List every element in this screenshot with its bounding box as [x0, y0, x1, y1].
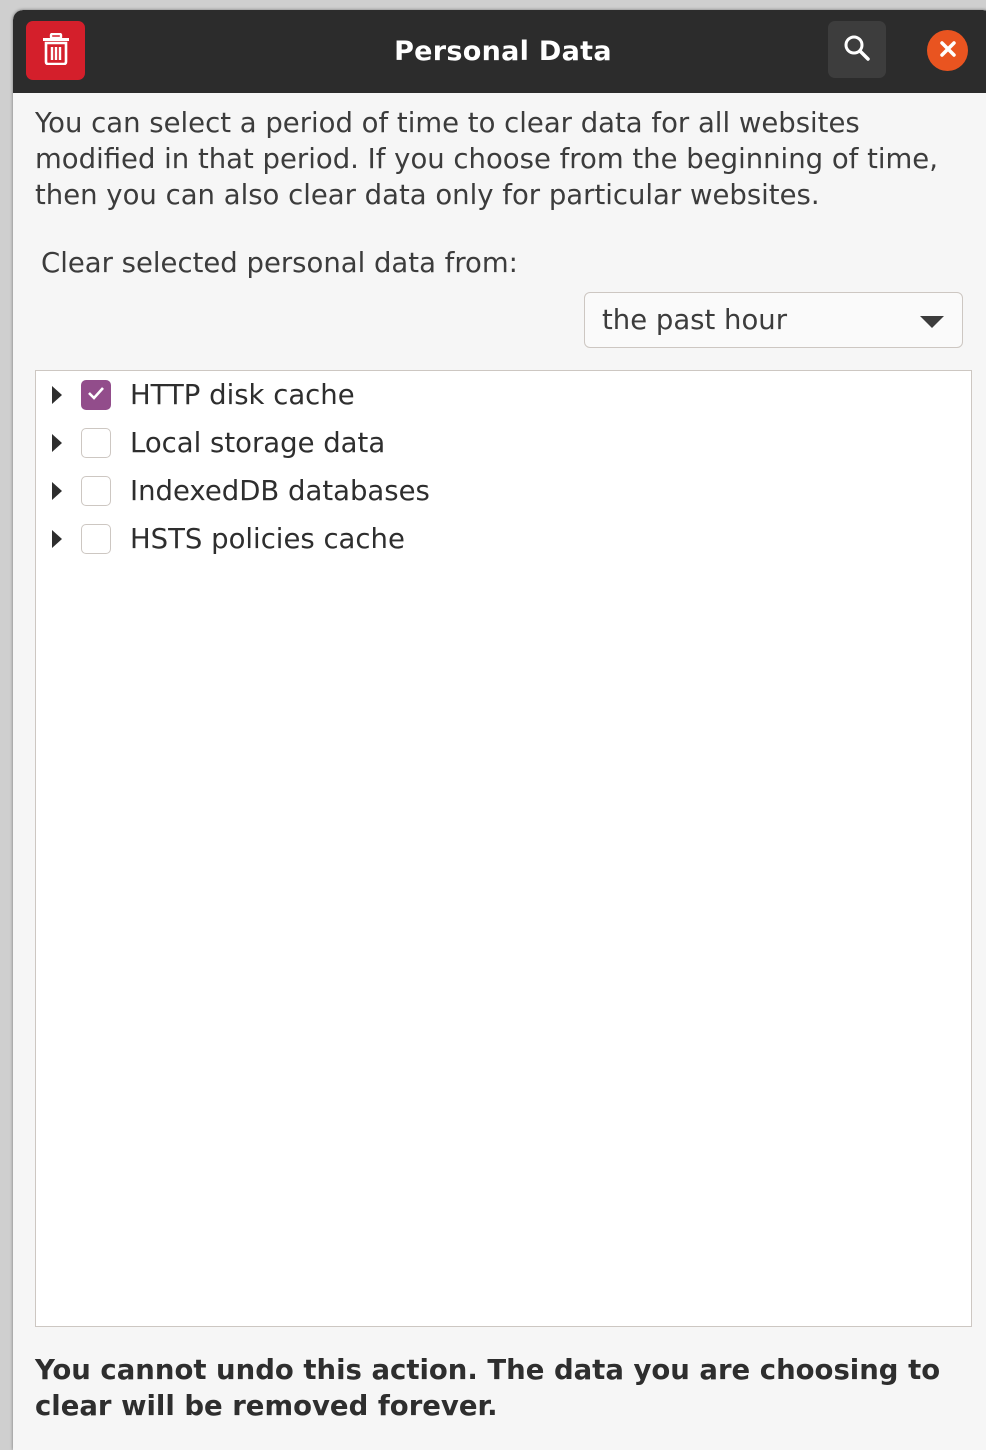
period-label: Clear selected personal data from:: [41, 247, 518, 279]
description-text: You can select a period of time to clear…: [35, 107, 938, 211]
data-type-row[interactable]: Local storage data: [36, 419, 971, 467]
data-type-checkbox[interactable]: [81, 380, 111, 410]
close-icon: [939, 40, 957, 62]
data-type-label: IndexedDB databases: [130, 475, 430, 507]
period-dropdown[interactable]: the past hour: [584, 292, 963, 348]
data-type-label: HSTS policies cache: [130, 523, 405, 555]
data-type-checkbox[interactable]: [81, 476, 111, 506]
checkmark-icon: [86, 385, 106, 405]
period-selected-value: the past hour: [602, 304, 788, 336]
trash-icon: [41, 32, 71, 69]
data-type-tree: HTTP disk cache Local storage data Index…: [35, 370, 972, 1327]
dropdown-arrow-icon: [920, 314, 944, 333]
personal-data-dialog: Personal Data You can select a period of…: [13, 10, 986, 1450]
warning-text: You cannot undo this action. The data yo…: [35, 1354, 941, 1422]
data-type-row[interactable]: HSTS policies cache: [36, 515, 971, 563]
clear-data-button[interactable]: [26, 21, 85, 80]
data-type-row[interactable]: HTTP disk cache: [36, 371, 971, 419]
expander-arrow-icon[interactable]: [50, 480, 64, 502]
data-type-label: HTTP disk cache: [130, 379, 355, 411]
expander-arrow-icon[interactable]: [50, 432, 64, 454]
data-type-label: Local storage data: [130, 427, 386, 459]
search-button[interactable]: [828, 21, 886, 78]
expander-arrow-icon[interactable]: [50, 384, 64, 406]
data-type-checkbox[interactable]: [81, 524, 111, 554]
data-type-row[interactable]: IndexedDB databases: [36, 467, 971, 515]
search-icon: [843, 34, 871, 66]
data-type-checkbox[interactable]: [81, 428, 111, 458]
expander-arrow-icon[interactable]: [50, 528, 64, 550]
title-bar: Personal Data: [13, 10, 986, 93]
close-button[interactable]: [927, 30, 968, 71]
